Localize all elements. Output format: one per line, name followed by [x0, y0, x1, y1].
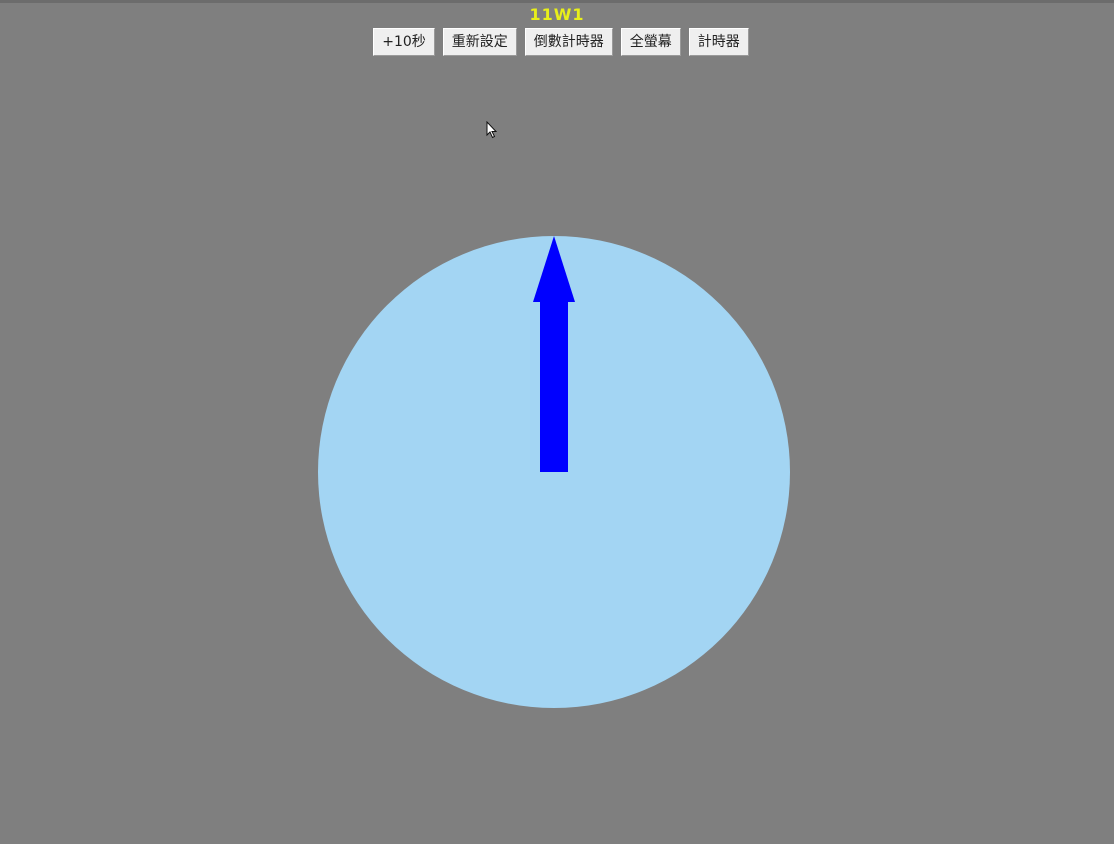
timer-dial[interactable] [0, 0, 1114, 844]
hand-shaft [540, 300, 568, 472]
